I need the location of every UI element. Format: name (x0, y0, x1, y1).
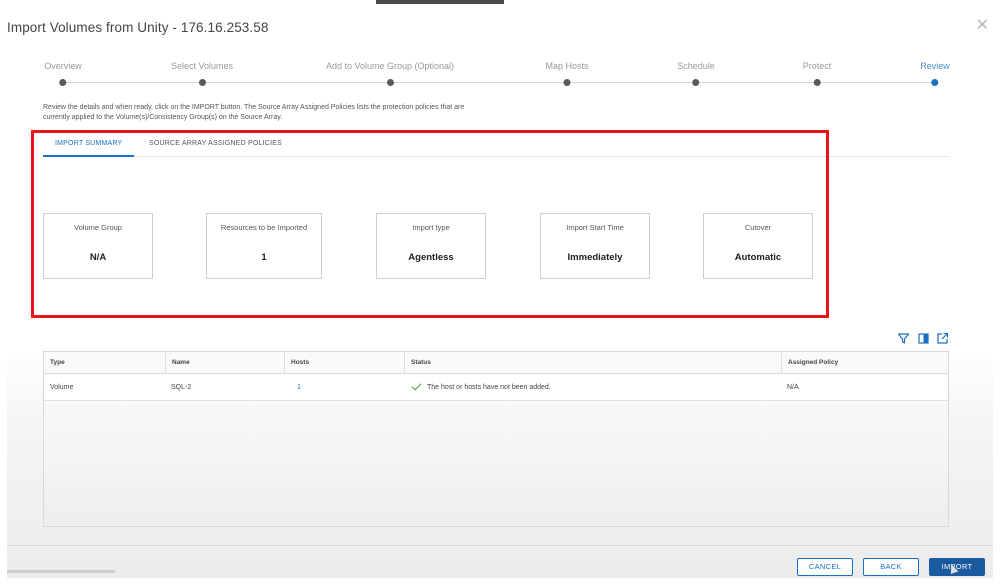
wizard-step-map-hosts[interactable]: Map Hosts (545, 60, 589, 86)
scroll-indicator (7, 570, 115, 573)
column-header-name[interactable]: Name (165, 352, 284, 374)
column-header-assigned-policy[interactable]: Assigned Policy (781, 352, 948, 374)
highlight-box (31, 130, 829, 318)
wizard-step-dot (198, 79, 206, 86)
wizard-step-protect[interactable]: Protect (802, 60, 832, 86)
dialog-title: Import Volumes from Unity - 176.16.253.5… (7, 20, 269, 35)
wizard-step-overview[interactable]: Overview (44, 60, 82, 86)
wizard-step-label: Review (920, 61, 950, 71)
cell-status: The host or hosts have not been added. (404, 374, 551, 401)
wizard-step-label: Select Volumes (170, 61, 234, 71)
cell-hosts-link[interactable]: 1 (291, 374, 301, 401)
import-volumes-dialog: Import Volumes from Unity - 176.16.253.5… (7, 8, 993, 578)
columns-icon[interactable] (917, 332, 930, 345)
wizard-stepper: Overview Select Volumes Add to Volume Gr… (7, 60, 993, 100)
wizard-step-dot (563, 79, 571, 86)
cancel-button[interactable]: CANCEL (797, 558, 853, 576)
wizard-step-select-volumes[interactable]: Select Volumes (171, 60, 233, 86)
review-instructions-line: currently applied to the Volume(s)/Consi… (43, 114, 283, 121)
status-text: The host or hosts have not been added. (427, 384, 551, 391)
wizard-step-schedule[interactable]: Schedule (677, 60, 715, 86)
wizard-step-label: Protect (802, 61, 832, 71)
wizard-step-dot (386, 79, 394, 86)
export-icon[interactable] (936, 332, 949, 345)
table-row[interactable]: Volume SQL-2 1 The host or hosts have no… (44, 374, 948, 401)
footer-divider (7, 545, 993, 546)
wizard-step-dot (59, 79, 67, 86)
wizard-step-add-to-volume-group[interactable]: Add to Volume Group (Optional) (326, 60, 454, 86)
top-indicator-bar (376, 0, 504, 4)
filter-icon[interactable] (897, 332, 910, 345)
column-header-type[interactable]: Type (44, 352, 165, 374)
cell-name: SQL-2 (171, 384, 192, 391)
wizard-step-label: Overview (44, 61, 82, 71)
review-instructions-line: Review the details and when ready, click… (43, 104, 465, 111)
wizard-step-dot-active (931, 79, 939, 86)
column-header-hosts[interactable]: Hosts (284, 352, 404, 374)
wizard-step-dot (813, 79, 821, 86)
cell-type: Volume (50, 384, 74, 391)
column-header-status[interactable]: Status (404, 352, 781, 374)
cell-assigned-policy: N/A (787, 384, 799, 391)
back-button[interactable]: BACK (863, 558, 919, 576)
wizard-step-label: Add to Volume Group (Optional) (325, 61, 455, 71)
review-instructions: Review the details and when ready, click… (43, 103, 563, 123)
volumes-table: Type Name Hosts Status Assigned Policy V… (43, 351, 949, 527)
close-icon[interactable]: ✕ (976, 18, 989, 34)
wizard-step-review[interactable]: Review (920, 60, 950, 86)
wizard-step-label: Schedule (677, 61, 715, 71)
check-icon (411, 380, 422, 391)
wizard-step-dot (692, 79, 700, 86)
wizard-step-label: Map Hosts (545, 61, 589, 71)
table-header: Type Name Hosts Status Assigned Policy (44, 352, 948, 374)
